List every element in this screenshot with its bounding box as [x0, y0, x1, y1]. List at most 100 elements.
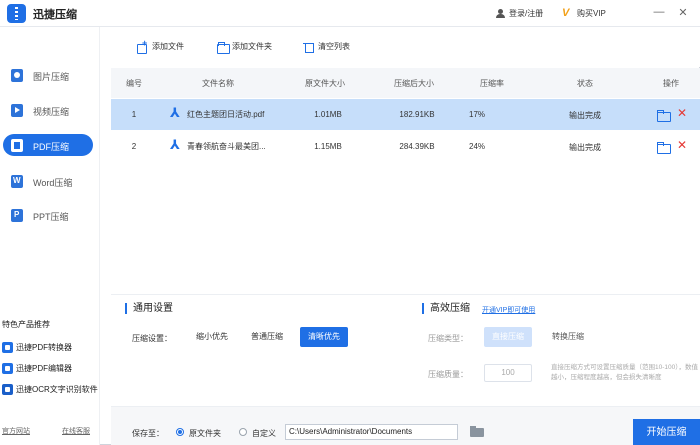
row-index: 2: [131, 142, 137, 151]
delete-icon[interactable]: ✕: [677, 107, 687, 119]
original-folder-radio[interactable]: [176, 428, 184, 436]
pdf-file-icon: [169, 137, 181, 153]
pdf-converter-icon: [2, 342, 13, 353]
file-name-text: 红色主题团日活动.pdf: [187, 109, 265, 119]
online-support-link[interactable]: 在线客服: [62, 426, 90, 436]
sidebar-item-video[interactable]: 视频压缩: [3, 99, 93, 121]
row-original-size: 1.15MB: [314, 142, 342, 151]
app-title: 迅捷压缩: [33, 9, 77, 21]
app-logo-icon: [7, 4, 26, 23]
vip-icon: [562, 7, 573, 19]
ppt-icon: [11, 209, 23, 222]
column-header-actions: 操作: [663, 79, 679, 88]
table-header: 编号 文件名称 原文件大小 压缩后大小 压缩率 状态 操作: [111, 68, 700, 98]
row-index: 1: [131, 110, 137, 119]
pdf-icon: [11, 139, 23, 152]
pdf-editor-icon: [2, 363, 13, 374]
table-row[interactable]: 1 红色主题团日活动.pdf 1.01MB 182.91KB 17% 输出完成 …: [111, 99, 700, 130]
option-direct-compress[interactable]: 直接压缩: [484, 327, 532, 347]
column-header-name: 文件名称: [202, 79, 234, 88]
column-header-compressed-size: 压缩后大小: [394, 79, 434, 88]
promo-title: 特色产品推荐: [2, 320, 50, 329]
efficient-compress-title: 高效压缩: [422, 303, 470, 314]
sidebar-item-label: Word压缩: [33, 178, 73, 188]
word-icon: [11, 175, 23, 188]
promo-item-pdf-editor[interactable]: 迅捷PDF编辑器: [2, 363, 72, 374]
compress-type-label: 压缩类型：: [428, 334, 468, 343]
buy-vip-link[interactable]: 购买VIP: [562, 7, 606, 19]
promo-item-ocr[interactable]: 迅捷OCR文字识别软件: [2, 384, 98, 395]
buy-vip-label: 购买VIP: [577, 9, 606, 18]
close-icon[interactable]: ✕: [676, 5, 690, 19]
row-compressed-size: 284.39KB: [399, 142, 435, 151]
ocr-icon: [2, 384, 13, 395]
video-icon: [11, 104, 23, 117]
sidebar-item-label: 图片压缩: [33, 72, 70, 82]
toolbar: 添加文件 添加文件夹 清空列表: [101, 27, 700, 67]
file-table: 编号 文件名称 原文件大小 压缩后大小 压缩率 状态 操作 1 红色主题团日活动…: [111, 68, 700, 294]
login-register-label: 登录/注册: [509, 9, 544, 18]
delete-icon[interactable]: ✕: [677, 139, 687, 151]
column-header-index: 编号: [126, 79, 142, 88]
minimize-icon[interactable]: —: [652, 5, 666, 19]
row-file-name: 红色主题团日活动.pdf: [169, 105, 265, 121]
save-path-input[interactable]: C:\Users\Administrator\Documents: [285, 424, 458, 440]
sidebar-item-image[interactable]: 图片压缩: [3, 64, 93, 86]
option-clarity-first[interactable]: 清晰优先: [300, 327, 348, 347]
file-name-text: 青春领航奋斗最美团...: [187, 141, 266, 151]
sidebar-item-word[interactable]: Word压缩: [3, 170, 93, 192]
image-icon: [11, 69, 23, 82]
login-register-link[interactable]: 登录/注册: [496, 8, 543, 19]
custom-folder-radio[interactable]: [239, 428, 247, 436]
row-file-name: 青春领航奋斗最美团...: [169, 137, 266, 153]
option-normal-compress[interactable]: 普通压缩: [243, 327, 291, 347]
compress-setting-label: 压缩设置：: [132, 334, 172, 343]
add-file-button[interactable]: 添加文件: [137, 38, 184, 54]
footer-bar: 保存至： 原文件夹 自定义 C:\Users\Administrator\Doc…: [111, 406, 700, 445]
promo-item-pdf-converter[interactable]: 迅捷PDF转换器: [2, 342, 72, 353]
sidebar: 图片压缩 视频压缩 PDF压缩 Word压缩 PPT压缩 特色产品推荐 迅捷PD…: [0, 27, 100, 445]
promo-item-label: 迅捷PDF编辑器: [16, 364, 72, 373]
original-folder-label: 原文件夹: [189, 429, 221, 438]
add-folder-label: 添加文件夹: [232, 42, 272, 51]
open-folder-icon[interactable]: [657, 110, 671, 122]
trash-icon: [303, 42, 314, 53]
add-folder-button[interactable]: 添加文件夹: [217, 41, 272, 54]
quality-hint: 直接压缩方式可设置压缩质量（范围10-100），数值越小，压缩程度越高，但会损失…: [551, 364, 698, 381]
sidebar-item-label: PDF压缩: [33, 142, 70, 152]
custom-folder-label: 自定义: [252, 429, 276, 438]
open-folder-icon[interactable]: [657, 142, 671, 154]
row-compressed-size: 182.91KB: [399, 110, 435, 119]
row-ratio: 17%: [468, 110, 486, 119]
save-to-label: 保存至：: [132, 429, 164, 438]
column-header-ratio: 压缩率: [480, 79, 504, 88]
sidebar-item-ppt[interactable]: PPT压缩: [3, 204, 93, 226]
open-vip-link[interactable]: 开通VIP即可使用: [482, 305, 535, 315]
sidebar-item-label: PPT压缩: [33, 212, 69, 222]
clear-list-label: 清空列表: [318, 42, 350, 51]
add-file-label: 添加文件: [152, 42, 184, 51]
option-smaller-first[interactable]: 缩小优先: [188, 327, 236, 347]
promo-item-label: 迅捷PDF转换器: [16, 343, 72, 352]
official-site-link[interactable]: 官方网站: [2, 426, 30, 436]
promo-item-label: 迅捷OCR文字识别软件: [16, 385, 98, 394]
clear-list-button[interactable]: 清空列表: [303, 41, 350, 53]
general-settings-title: 通用设置: [125, 303, 173, 314]
column-header-status: 状态: [577, 79, 593, 88]
option-convert-compress[interactable]: 转换压缩: [544, 327, 592, 347]
sidebar-item-pdf[interactable]: PDF压缩: [3, 134, 93, 156]
pdf-file-icon: [169, 105, 181, 121]
table-row[interactable]: 2 青春领航奋斗最美团... 1.15MB 284.39KB 24% 输出完成 …: [111, 131, 700, 162]
row-ratio: 24%: [468, 142, 486, 151]
quality-input[interactable]: 100: [484, 364, 532, 382]
start-compress-button[interactable]: 开始压缩: [633, 419, 700, 445]
compress-quality-label: 压缩质量：: [428, 370, 468, 379]
settings-panel: 通用设置 压缩设置： 缩小优先 普通压缩 清晰优先 高效压缩 开通VIP即可使用…: [111, 294, 700, 406]
row-status: 输出完成: [569, 143, 601, 152]
row-original-size: 1.01MB: [314, 110, 342, 119]
title-bar: 迅捷压缩 登录/注册 购买VIP — ✕: [0, 0, 700, 27]
user-icon: [496, 9, 505, 18]
browse-folder-icon[interactable]: [470, 426, 484, 437]
row-status: 输出完成: [569, 111, 601, 120]
add-file-icon: [137, 38, 148, 54]
